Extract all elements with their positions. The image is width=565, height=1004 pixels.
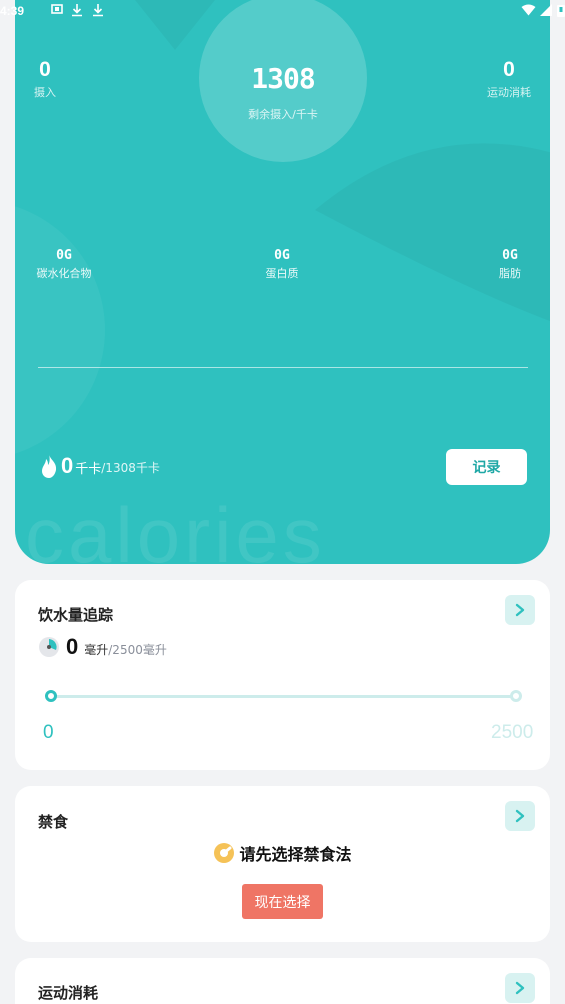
fasting-detail-button[interactable] — [505, 801, 535, 831]
status-time: 4:39 — [0, 4, 25, 18]
fat-value: 0G — [502, 248, 518, 263]
fasting-message-row: 请先选择禁食法 — [15, 841, 550, 865]
water-slider-knob[interactable] — [45, 690, 57, 702]
flame-icon — [42, 454, 57, 478]
calories-consumed: 0 — [61, 453, 74, 478]
water-slider-max: 2500 — [491, 722, 534, 743]
carbs-label: 碳水化合物 — [36, 267, 92, 280]
choose-fasting-button[interactable]: 现在选择 — [242, 884, 323, 919]
wifi-icon — [521, 4, 536, 16]
carbs-value: 0G — [56, 248, 72, 263]
fasting-card-title: 禁食 — [38, 813, 69, 831]
remaining-calories-value: 1308 — [251, 62, 315, 95]
fasting-card: 禁食 请先选择禁食法 现在选择 — [15, 786, 550, 942]
water-unit: 毫升 — [84, 643, 109, 657]
protein-value: 0G — [274, 248, 290, 263]
download-icon — [72, 4, 82, 17]
timer-icon — [214, 843, 235, 863]
download-icon — [93, 4, 103, 17]
water-goal: /2500毫升 — [108, 643, 167, 657]
chevron-right-icon — [515, 603, 525, 617]
calories-goal: /1308千卡 — [101, 461, 160, 475]
macro-carbs: 0G 碳水化合物 — [28, 248, 100, 281]
exercise-card: 运动消耗 — [15, 958, 550, 1004]
protein-label: 蛋白质 — [265, 267, 299, 280]
record-button[interactable]: 记录 — [446, 449, 527, 485]
water-amount-row: 0 毫升 /2500毫升 — [38, 635, 167, 659]
macro-protein: 0G 蛋白质 — [252, 248, 312, 281]
calories-watermark: calories — [25, 491, 326, 564]
chevron-right-icon — [515, 981, 525, 995]
water-slider-end — [510, 690, 522, 702]
exercise-label: 运动消耗 — [487, 86, 531, 99]
water-card-title: 饮水量追踪 — [38, 606, 114, 624]
calorie-progress-row: 0 千卡 /1308千卡 — [39, 454, 160, 478]
exercise-value: 0 — [503, 58, 515, 81]
notification-icon — [51, 4, 63, 14]
remaining-calories-label: 剩余摄入/千卡 — [248, 108, 318, 121]
divider — [38, 367, 528, 368]
calories-unit: 千卡 — [75, 462, 102, 477]
exercise-detail-button[interactable] — [505, 973, 535, 1003]
macro-fat: 0G 脂肪 — [488, 248, 532, 281]
chevron-right-icon — [515, 809, 525, 823]
water-tracking-card: 饮水量追踪 0 毫升 /2500毫升 0 2500 — [15, 580, 550, 770]
water-amount: 0 — [66, 634, 79, 659]
fasting-message: 请先选择禁食法 — [239, 845, 352, 864]
water-slider-min: 0 — [43, 722, 54, 743]
intake-stat: 0 摄入 — [25, 58, 65, 100]
water-gauge-icon — [39, 637, 59, 657]
intake-value: 0 — [39, 58, 51, 81]
exercise-card-title: 运动消耗 — [38, 984, 99, 1002]
intake-label: 摄入 — [34, 86, 56, 99]
exercise-stat: 0 运动消耗 — [478, 58, 540, 100]
fat-label: 脂肪 — [499, 267, 521, 280]
battery-icon — [557, 5, 565, 17]
water-detail-button[interactable] — [505, 595, 535, 625]
water-slider-track[interactable] — [51, 695, 517, 698]
signal-icon — [540, 4, 552, 16]
